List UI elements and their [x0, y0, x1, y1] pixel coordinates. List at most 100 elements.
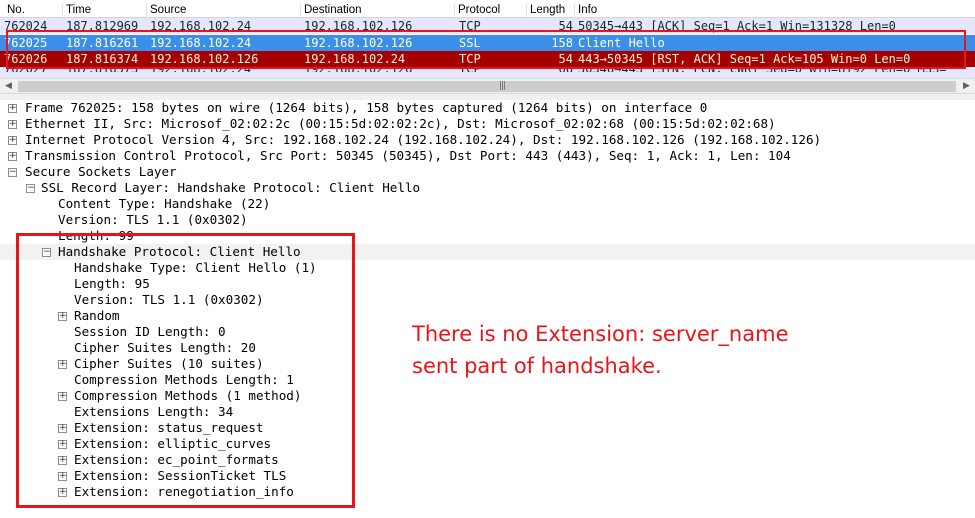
tree-item[interactable]: + Transmission Control Protocol, Src Port…	[0, 148, 975, 164]
expand-icon[interactable]: +	[8, 104, 17, 113]
tree-item[interactable]: − Handshake Protocol: Client Hello	[0, 244, 975, 260]
packet-protocol: TCP	[459, 67, 529, 72]
packet-row[interactable]: 762024 187.812969 192.168.102.24 192.168…	[0, 18, 975, 34]
packet-time: 187.816374	[66, 52, 139, 66]
packet-row-selected[interactable]: 762025 187.816261 192.168.102.24 192.168…	[0, 35, 975, 51]
column-header-protocol[interactable]: Protocol	[454, 4, 528, 18]
expand-icon[interactable]: +	[58, 360, 67, 369]
expand-icon[interactable]: +	[8, 152, 17, 161]
expand-icon[interactable]: +	[58, 440, 67, 449]
collapse-icon[interactable]: −	[8, 168, 17, 177]
tree-item[interactable]: + Frame 762025: 158 bytes on wire (1264 b…	[0, 100, 975, 116]
tree-item-label: Extension: SessionTicket TLS	[74, 468, 287, 483]
tree-item-label: Cipher Suites (10 suites)	[74, 356, 264, 371]
tree-item[interactable]: Content Type: Handshake (22)	[0, 196, 975, 212]
packet-row[interactable]: 762027 187.816573 192.168.102.24 192.168…	[0, 67, 975, 78]
packet-info: Client Hello	[578, 36, 665, 50]
tree-item[interactable]: + Extension: renegotiation_info	[0, 484, 975, 500]
expand-icon[interactable]: +	[58, 424, 67, 433]
tree-item[interactable]: Length: 95	[0, 276, 975, 292]
packet-details-tree: + Frame 762025: 158 bytes on wire (1264 b…	[0, 100, 975, 518]
expand-icon[interactable]: +	[58, 456, 67, 465]
packet-length: 158	[551, 36, 573, 50]
column-header-length[interactable]: Length	[526, 4, 574, 18]
tree-item-label: Secure Sockets Layer	[25, 164, 177, 179]
tree-item-label: Extension: renegotiation_info	[74, 484, 294, 499]
tree-item-label: Handshake Protocol: Client Hello	[58, 244, 301, 259]
expand-icon[interactable]: +	[58, 392, 67, 401]
packet-destination: 192.168.102.126	[304, 19, 413, 33]
column-header-source[interactable]: Source	[146, 4, 302, 18]
packet-no: 762026	[4, 52, 48, 66]
expand-icon[interactable]: +	[8, 136, 17, 145]
tree-item[interactable]: + Extension: SessionTicket TLS	[0, 468, 975, 484]
tree-item-label: Transmission Control Protocol, Src Port:…	[25, 148, 791, 163]
grip-icon: |||	[499, 81, 506, 91]
tree-item-label: Extensions Length: 34	[74, 404, 234, 419]
annotation-line-1: There is no Extension: server_name	[412, 322, 789, 346]
packet-source: 192.168.102.24	[150, 36, 252, 50]
column-header-info[interactable]: Info	[574, 4, 975, 18]
packet-row[interactable]: 762026 187.816374 192.168.102.126 192.16…	[0, 51, 975, 67]
expand-icon[interactable]: +	[58, 488, 67, 497]
packet-list-header: No. Time Source Destination Protocol Len…	[0, 0, 975, 18]
packet-source: 192.168.102.24	[150, 19, 252, 33]
scroll-right-arrow-icon[interactable]: ▶	[958, 79, 975, 94]
tree-item-label: Internet Protocol Version 4, Src: 192.16…	[25, 132, 822, 147]
annotation-text: There is no Extension: server_name sent …	[412, 318, 832, 382]
packet-list-scrollbar[interactable]: ◀ ||| ▶	[0, 78, 975, 94]
tree-item[interactable]: + Ethernet II, Src: Microsof_02:02:2c (00…	[0, 116, 975, 132]
tree-item-label: Session ID Length: 0	[74, 324, 226, 339]
tree-item-label: Length: 95	[74, 276, 150, 291]
tree-item-label: Ethernet II, Src: Microsof_02:02:2c (00:…	[25, 116, 776, 131]
packet-info: 50345→443 [ACK] Seq=1 Ack=1 Win=131328 L…	[578, 19, 896, 33]
tree-item[interactable]: Version: TLS 1.1 (0x0302)	[0, 292, 975, 308]
packet-length: 66	[529, 67, 573, 72]
column-header-time[interactable]: Time	[62, 4, 148, 18]
tree-item[interactable]: + Compression Methods (1 method)	[0, 388, 975, 404]
tree-item[interactable]: + Extension: ec_point_formats	[0, 452, 975, 468]
expand-icon[interactable]: +	[58, 312, 67, 321]
collapse-icon[interactable]: −	[26, 184, 35, 193]
packet-no: 762027	[4, 67, 62, 72]
packet-destination: 192.168.102.126	[304, 36, 413, 50]
packet-protocol: TCP	[459, 19, 481, 33]
annotation-line-2: sent part of handshake.	[412, 354, 662, 378]
tree-item[interactable]: − Secure Sockets Layer	[0, 164, 975, 180]
expand-icon[interactable]: +	[8, 120, 17, 129]
scroll-left-arrow-icon[interactable]: ◀	[0, 79, 17, 94]
packet-time: 187.816261	[66, 36, 139, 50]
tree-item-label: Extension: elliptic_curves	[74, 436, 272, 451]
tree-item-label: Handshake Type: Client Hello (1)	[74, 260, 317, 275]
tree-item-label: Cipher Suites Length: 20	[74, 340, 256, 355]
tree-item-label: Version: TLS 1.1 (0x0302)	[58, 212, 248, 227]
packet-info: 443→50345 [RST, ACK] Seq=1 Ack=105 Win=0…	[578, 52, 911, 66]
expand-icon[interactable]: +	[58, 472, 67, 481]
tree-item[interactable]: Version: TLS 1.1 (0x0302)	[0, 212, 975, 228]
tree-item[interactable]: Extensions Length: 34	[0, 404, 975, 420]
packet-time: 187.816573	[66, 67, 150, 72]
tree-item[interactable]: + Extension: status_request	[0, 420, 975, 436]
packet-protocol: TCP	[459, 52, 481, 66]
column-header-no[interactable]: No.	[4, 4, 62, 18]
collapse-icon[interactable]: −	[42, 248, 51, 257]
tree-item-label: Compression Methods (1 method)	[74, 388, 302, 403]
packet-info: 50346→443 [SYN, ECN, CWR] Seq=0 Win=8192…	[578, 67, 975, 72]
tree-item-label: Random	[74, 308, 120, 323]
tree-item-label: Extension: ec_point_formats	[74, 452, 279, 467]
tree-item[interactable]: − SSL Record Layer: Handshake Protocol: C…	[0, 180, 975, 196]
packet-no: 762024	[4, 19, 48, 33]
scrollbar-thumb[interactable]: |||	[18, 81, 956, 92]
tree-item-label: Frame 762025: 158 bytes on wire (1264 bi…	[25, 100, 708, 115]
column-header-destination[interactable]: Destination	[300, 4, 456, 18]
tree-item[interactable]: + Internet Protocol Version 4, Src: 192.1…	[0, 132, 975, 148]
packet-source: 192.168.102.126	[150, 52, 259, 66]
packet-time: 187.812969	[66, 19, 139, 33]
tree-item-label: Length: 99	[58, 228, 134, 243]
tree-item-label: Version: TLS 1.1 (0x0302)	[74, 292, 264, 307]
packet-no: 762025	[4, 36, 48, 50]
tree-item[interactable]: Handshake Type: Client Hello (1)	[0, 260, 975, 276]
tree-item[interactable]: Length: 99	[0, 228, 975, 244]
tree-item-label: SSL Record Layer: Handshake Protocol: Cl…	[41, 180, 421, 195]
tree-item[interactable]: + Extension: elliptic_curves	[0, 436, 975, 452]
